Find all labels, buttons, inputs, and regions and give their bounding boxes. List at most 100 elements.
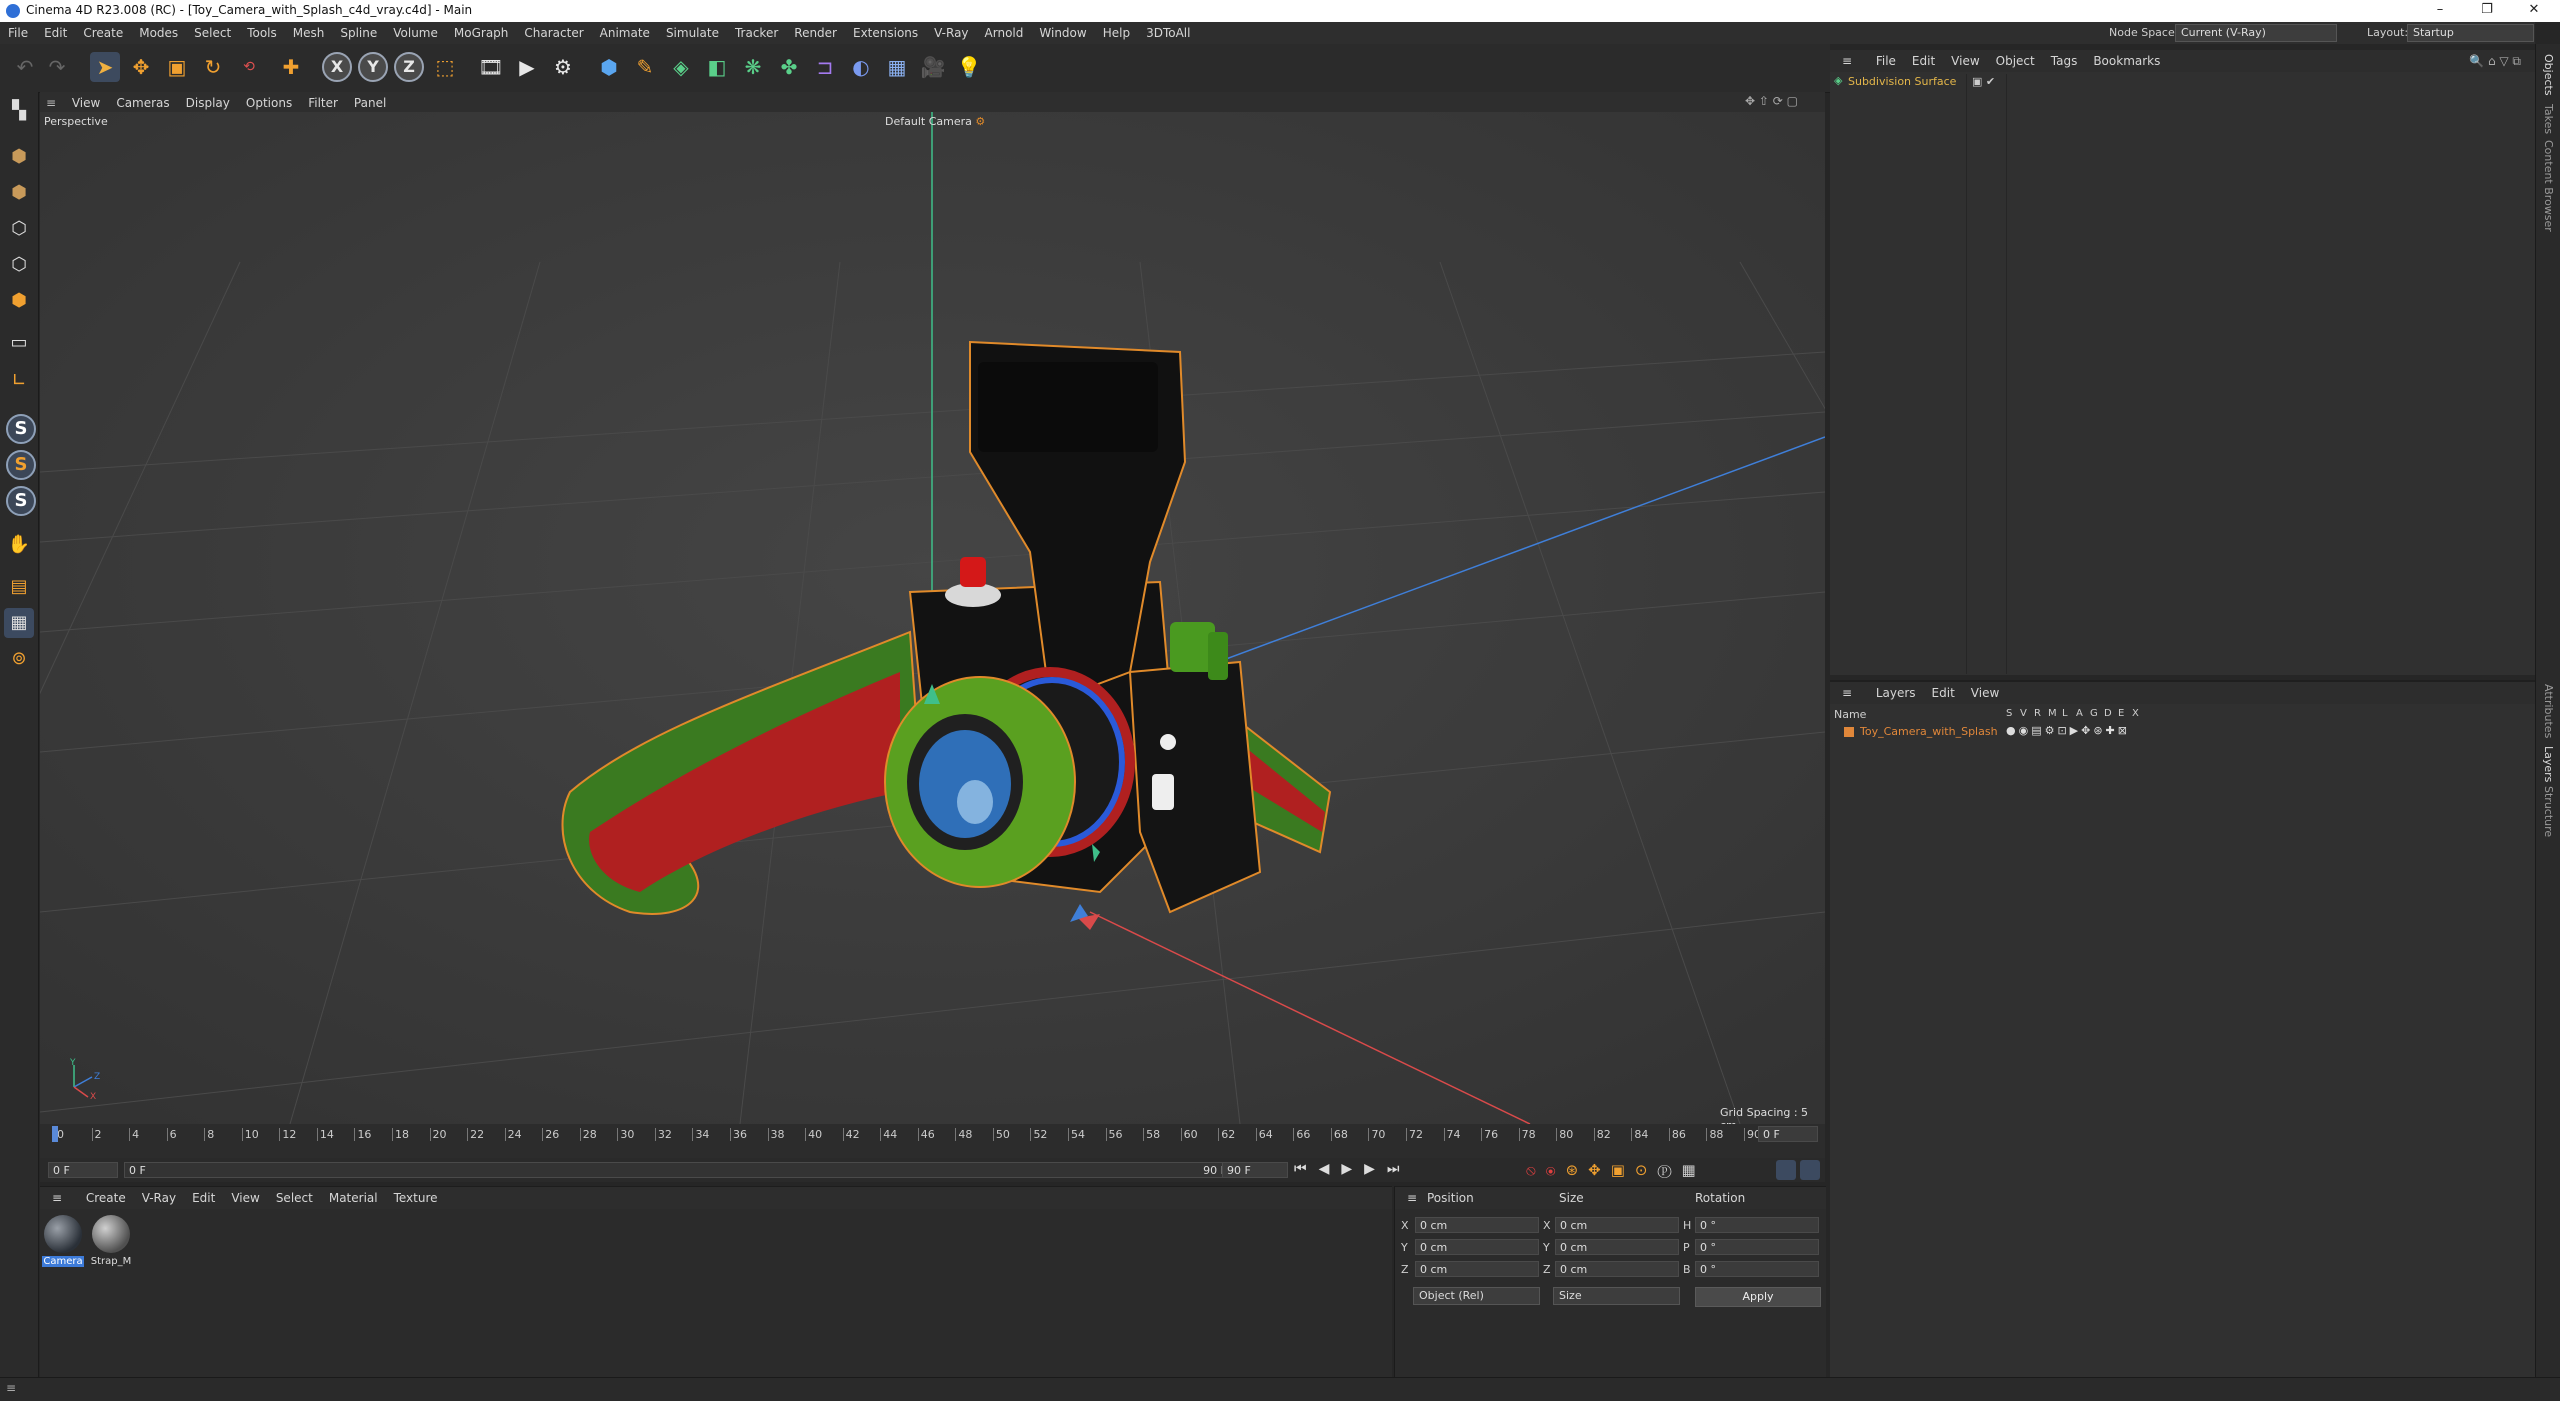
fcurve-toggle-icon[interactable] <box>1800 1160 1820 1180</box>
current-frame-field[interactable]: 0 F <box>1758 1126 1818 1142</box>
workplane-snap-icon[interactable]: S <box>6 486 36 516</box>
light-icon[interactable]: 💡 <box>954 52 984 82</box>
menu-mesh[interactable]: Mesh <box>285 22 333 44</box>
pen-spline-icon[interactable]: ✎ <box>630 52 660 82</box>
model-mode-icon[interactable]: ⬢ <box>4 142 34 172</box>
timeline-toggle-icon[interactable] <box>1776 1160 1796 1180</box>
locked-workplane-icon[interactable]: ▦ <box>4 608 34 638</box>
viewport-menu-view[interactable]: View <box>64 92 108 114</box>
cube-icon[interactable]: ⬢ <box>594 52 624 82</box>
menu-select[interactable]: Select <box>186 22 239 44</box>
menu-help[interactable]: Help <box>1095 22 1138 44</box>
object-menu-view[interactable]: View <box>1943 54 1987 68</box>
material-menu-vray[interactable]: V-Ray <box>134 1191 184 1205</box>
camera-icon[interactable]: 🎥 <box>918 52 948 82</box>
status-menu-icon[interactable]: ≡ <box>6 1381 16 1395</box>
size-z-field[interactable]: 0 cm <box>1555 1261 1679 1277</box>
menu-create[interactable]: Create <box>75 22 131 44</box>
axis-mode-icon[interactable]: ∟ <box>4 366 34 396</box>
object-row-subdivision[interactable]: ◈ Subdivision Surface ▣ ✔ <box>1830 74 2535 90</box>
uv-mode-icon[interactable]: ▭ <box>4 328 34 358</box>
material-menu-view[interactable]: View <box>223 1191 267 1205</box>
node-space-select[interactable]: Current (V-Ray) <box>2175 24 2337 42</box>
viewport-menu-cameras[interactable]: Cameras <box>108 92 177 114</box>
edges-mode-icon[interactable]: ⬡ <box>4 250 34 280</box>
layer-menu-layers[interactable]: Layers <box>1868 686 1924 700</box>
workplane-icon[interactable]: ▤ <box>4 572 34 602</box>
tab-objects[interactable]: Objects <box>2542 54 2555 96</box>
material-swatch-strap[interactable]: Strap_M <box>90 1215 132 1275</box>
menu-tools[interactable]: Tools <box>239 22 285 44</box>
object-hamburger-icon[interactable]: ≡ <box>1834 50 1864 72</box>
menu-animate[interactable]: Animate <box>592 22 658 44</box>
tab-layers[interactable]: Layers <box>2542 746 2555 782</box>
menu-spline[interactable]: Spline <box>332 22 385 44</box>
soft-selection-icon[interactable]: ✋ <box>4 530 34 560</box>
pos-y-field[interactable]: 0 cm <box>1415 1239 1539 1255</box>
viewport-camera-label[interactable]: Default Camera ⚙ <box>885 115 985 128</box>
size-mode-select[interactable]: Size <box>1553 1287 1680 1305</box>
tab-takes[interactable]: Takes <box>2542 104 2555 134</box>
menu-volume[interactable]: Volume <box>385 22 446 44</box>
close-button[interactable]: ✕ <box>2514 2 2554 20</box>
layer-menu-edit[interactable]: Edit <box>1924 686 1963 700</box>
rot-b-field[interactable]: 0 ° <box>1695 1261 1819 1277</box>
menu-vray[interactable]: V-Ray <box>926 22 976 44</box>
viewport-menu-filter[interactable]: Filter <box>300 92 346 114</box>
layout-select[interactable]: Startup <box>2407 24 2534 42</box>
render-view-icon[interactable]: ▶ <box>512 52 542 82</box>
end-frame-field[interactable]: 90 F <box>1222 1162 1288 1178</box>
object-menu-tags[interactable]: Tags <box>2043 54 2086 68</box>
transport-controls[interactable]: ⏮◀▶▶⏭ <box>1294 1161 1412 1177</box>
timeline-playhead[interactable] <box>52 1126 58 1142</box>
object-visibility-icons[interactable]: ▣ ✔ <box>1972 75 1995 88</box>
subdivision-icon[interactable]: ◈ <box>666 52 696 82</box>
menu-modes[interactable]: Modes <box>131 22 186 44</box>
polygons-mode-icon[interactable]: ⬢ <box>4 286 34 316</box>
material-menu-select[interactable]: Select <box>268 1191 321 1205</box>
field-icon[interactable]: ◐ <box>846 52 876 82</box>
range-slider[interactable]: 0 F 90 F <box>124 1162 1234 1178</box>
start-frame-field[interactable]: 0 F <box>48 1162 118 1178</box>
extrude-icon[interactable]: ◧ <box>702 52 732 82</box>
tab-content-browser[interactable]: Content Browser <box>2542 140 2555 232</box>
layer-color-swatch[interactable] <box>1844 727 1854 737</box>
viewport-menu-panel[interactable]: Panel <box>346 92 394 114</box>
deformer-icon[interactable]: ✤ <box>774 52 804 82</box>
viewport-menu-options[interactable]: Options <box>238 92 300 114</box>
z-axis-lock-icon[interactable]: Z <box>394 52 424 82</box>
menu-file[interactable]: File <box>0 22 36 44</box>
object-menu-bookmarks[interactable]: Bookmarks <box>2085 54 2168 68</box>
recent-tools-icon[interactable]: ⟲ <box>234 52 264 82</box>
material-menu-edit[interactable]: Edit <box>184 1191 223 1205</box>
layer-hamburger-icon[interactable]: ≡ <box>1834 682 1864 704</box>
pos-z-field[interactable]: 0 cm <box>1415 1261 1539 1277</box>
material-menu-material[interactable]: Material <box>321 1191 386 1205</box>
viewport-nav-icons[interactable]: ✥ ⇧ ⟳ ▢ <box>1745 94 1798 108</box>
rot-h-field[interactable]: 0 ° <box>1695 1217 1819 1233</box>
menu-arnold[interactable]: Arnold <box>977 22 1032 44</box>
menu-extensions[interactable]: Extensions <box>845 22 926 44</box>
y-axis-lock-icon[interactable]: Y <box>358 52 388 82</box>
coordinate-system-icon[interactable]: ⬚ <box>430 52 460 82</box>
floor-icon[interactable]: ▦ <box>882 52 912 82</box>
x-axis-lock-icon[interactable]: X <box>322 52 352 82</box>
menu-tracker[interactable]: Tracker <box>727 22 786 44</box>
menu-edit[interactable]: Edit <box>36 22 75 44</box>
layer-row[interactable]: Toy_Camera_with_Splash ●◉▤⚙⊡▶✥⊛✚⊠ <box>1830 724 2535 740</box>
size-x-field[interactable]: 0 cm <box>1555 1217 1679 1233</box>
viewport-menu-display[interactable]: Display <box>178 92 238 114</box>
apply-button[interactable]: Apply <box>1695 1287 1821 1307</box>
material-menu-texture[interactable]: Texture <box>386 1191 446 1205</box>
add-tool-icon[interactable]: ✚ <box>276 52 306 82</box>
material-hamburger-icon[interactable]: ≡ <box>44 1187 74 1209</box>
scale-icon[interactable]: ▣ <box>162 52 192 82</box>
select-cursor-icon[interactable]: ➤ <box>90 52 120 82</box>
layer-menu-view[interactable]: View <box>1963 686 2007 700</box>
material-swatch-camera[interactable]: Camera <box>42 1215 84 1275</box>
pos-x-field[interactable]: 0 cm <box>1415 1217 1539 1233</box>
quantize-icon[interactable]: ⊚ <box>4 644 34 674</box>
snap-icon[interactable]: S <box>6 414 36 444</box>
size-y-field[interactable]: 0 cm <box>1555 1239 1679 1255</box>
snap-settings-icon[interactable]: S <box>6 450 36 480</box>
